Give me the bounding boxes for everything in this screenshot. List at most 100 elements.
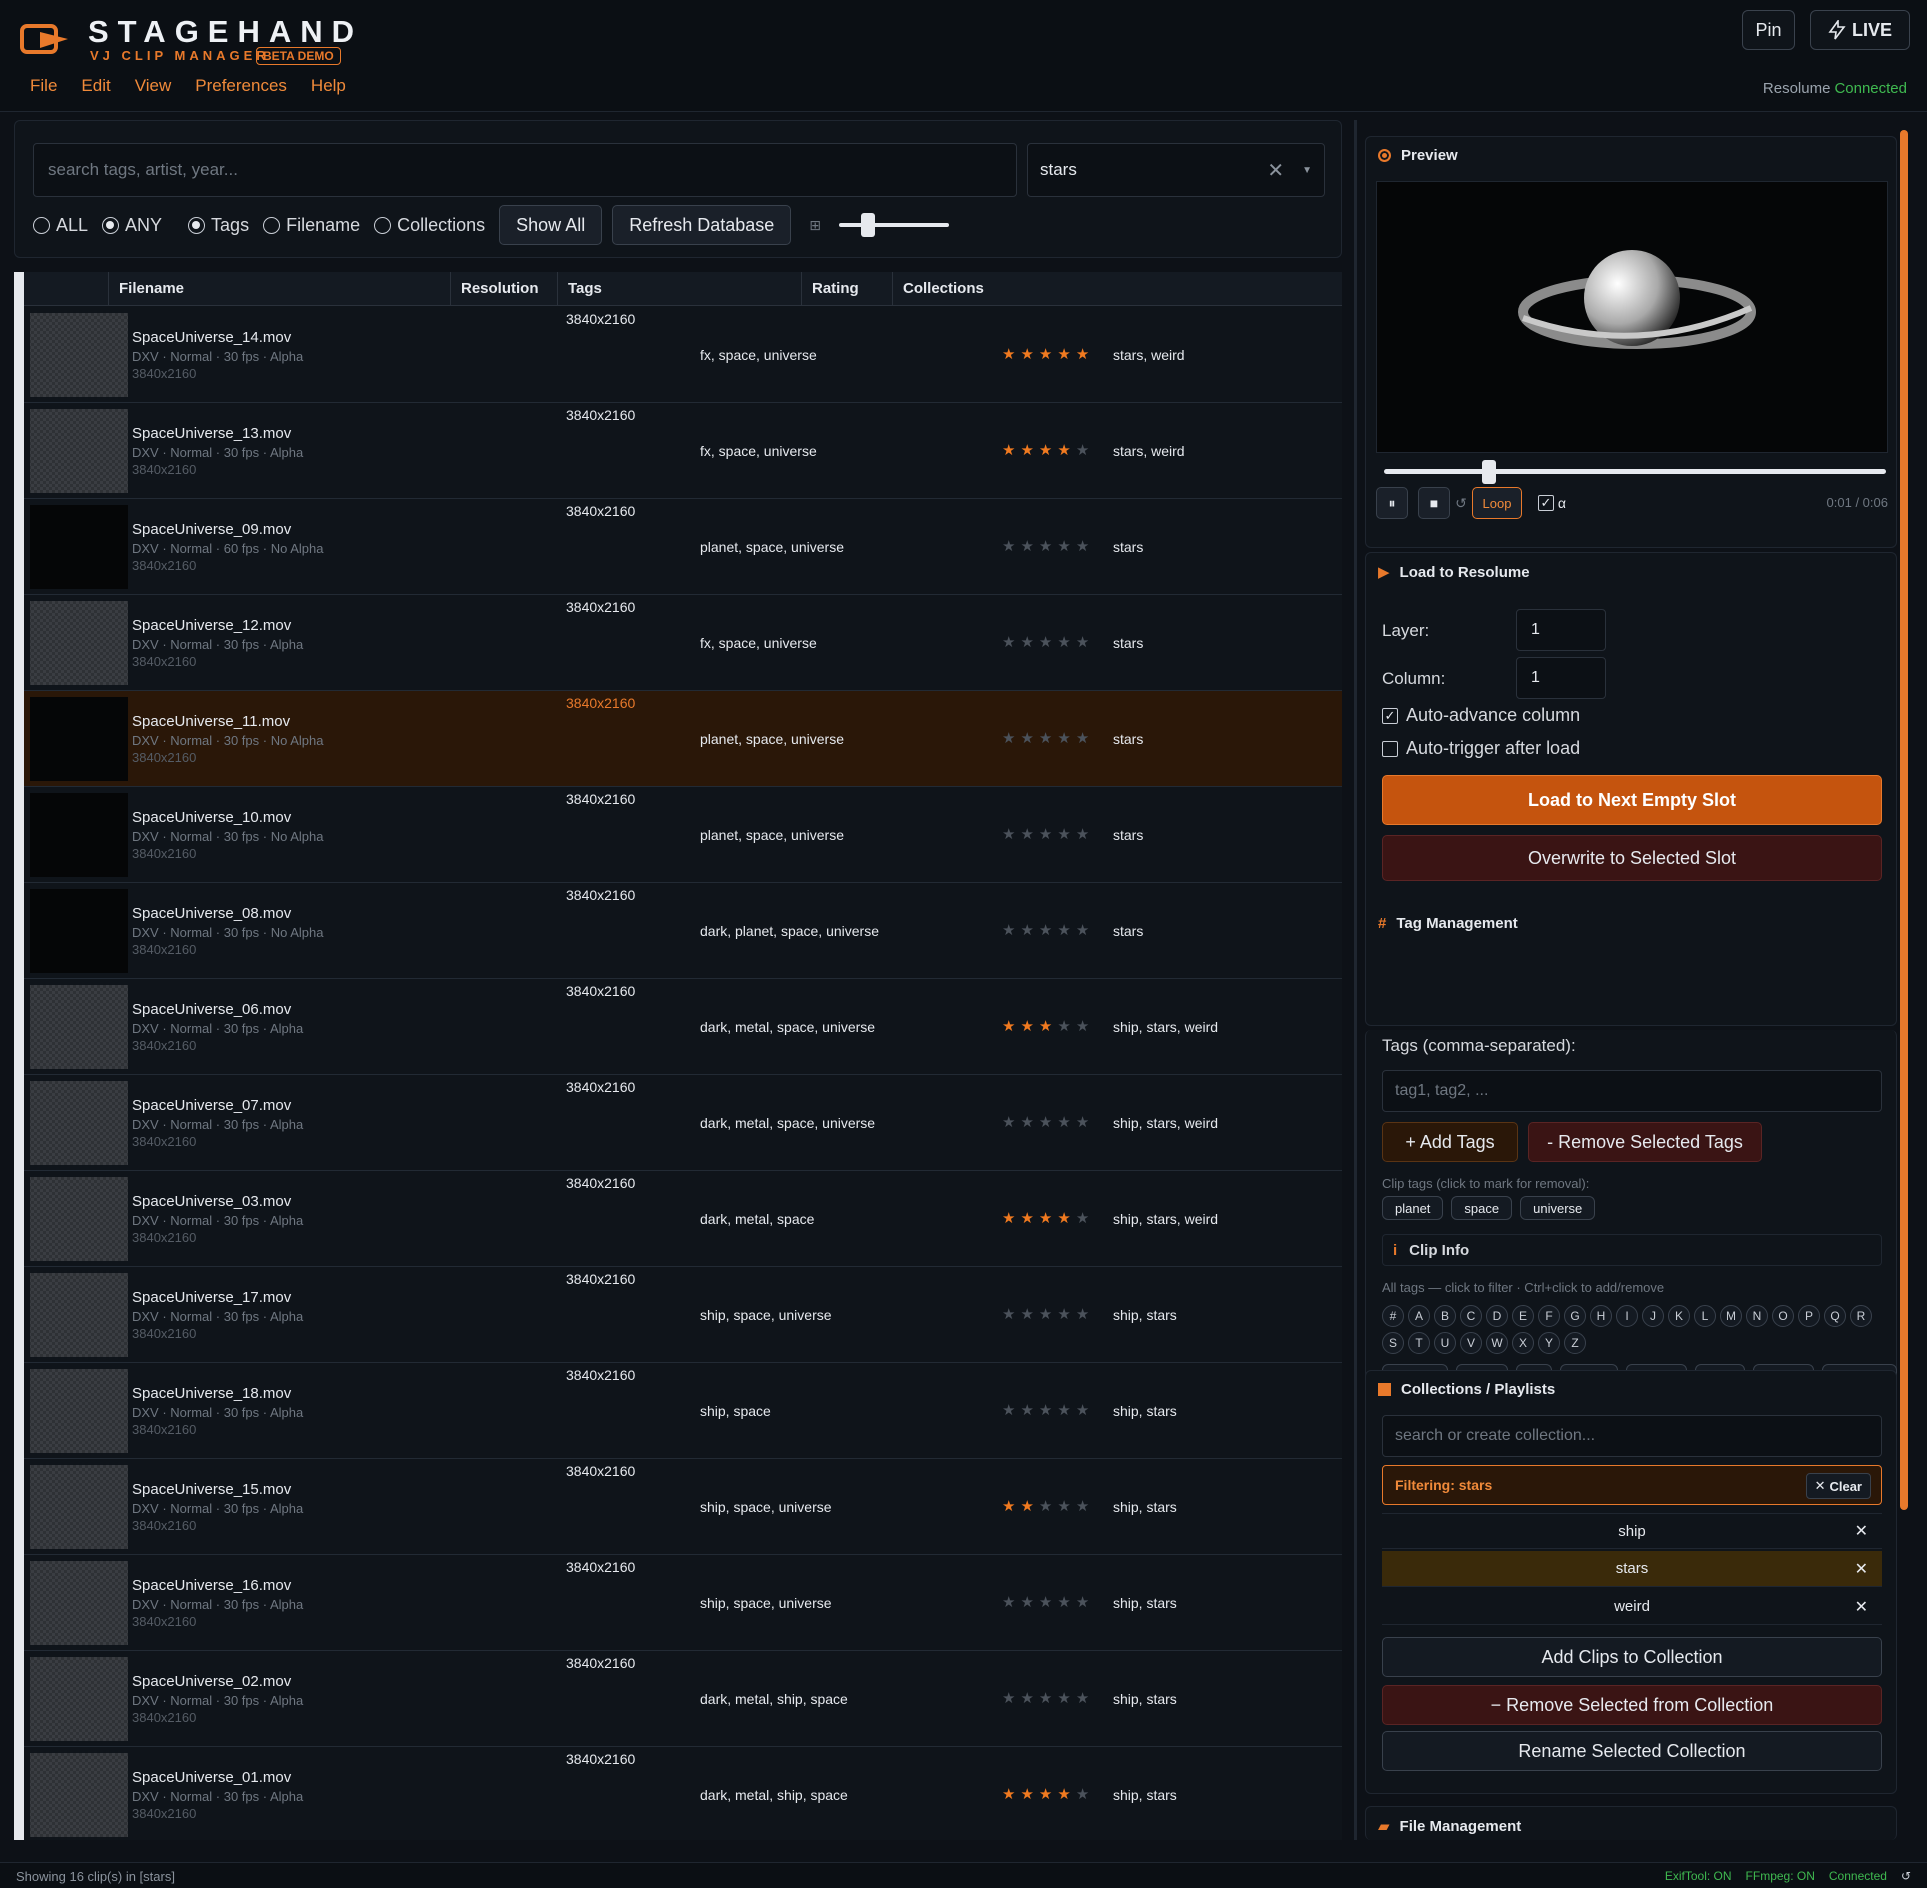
- clip-thumbnail[interactable]: [30, 793, 128, 877]
- rating-star-icon[interactable]: ★: [1076, 442, 1094, 459]
- rating-star-icon[interactable]: ★: [1076, 634, 1094, 651]
- scope-filename-radio[interactable]: Filename: [263, 215, 360, 236]
- add-clips-to-collection-button[interactable]: Add Clips to Collection: [1382, 1637, 1882, 1677]
- rating-star-icon[interactable]: ★: [1057, 1594, 1075, 1611]
- alpha-index-letter[interactable]: C: [1460, 1305, 1482, 1327]
- menu-help[interactable]: Help: [311, 76, 346, 96]
- column-input[interactable]: 1: [1516, 657, 1606, 699]
- col-collections[interactable]: Collections: [892, 272, 1342, 306]
- alpha-index-letter[interactable]: R: [1850, 1305, 1872, 1327]
- col-rating[interactable]: Rating: [801, 272, 892, 306]
- rating-star-icon[interactable]: ★: [1057, 1786, 1075, 1803]
- rating-star-icon[interactable]: ★: [1039, 1594, 1057, 1611]
- table-row[interactable]: SpaceUniverse_09.mov DXV · Normal · 60 fp…: [24, 499, 1342, 595]
- table-row[interactable]: SpaceUniverse_16.mov DXV · Normal · 30 fp…: [24, 1555, 1342, 1651]
- alpha-index-letter[interactable]: L: [1694, 1305, 1716, 1327]
- rating-star-icon[interactable]: ★: [1002, 730, 1020, 747]
- rating-star-icon[interactable]: ★: [1057, 634, 1075, 651]
- rating-star-icon[interactable]: ★: [1076, 1594, 1094, 1611]
- alpha-index-letter[interactable]: G: [1564, 1305, 1586, 1327]
- menu-view[interactable]: View: [135, 76, 172, 96]
- resolume-header[interactable]: ▶ Load to Resolume: [1378, 563, 1530, 582]
- rating-star-icon[interactable]: ★: [1076, 1786, 1094, 1803]
- seek-handle[interactable]: [1482, 460, 1496, 484]
- clip-rating[interactable]: ★★★★★: [1002, 729, 1094, 747]
- clip-rating[interactable]: ★★★★★: [1002, 1017, 1094, 1035]
- preview-header[interactable]: Preview: [1378, 147, 1458, 164]
- rating-star-icon[interactable]: ★: [1020, 1594, 1038, 1611]
- alpha-index-letter[interactable]: J: [1642, 1305, 1664, 1327]
- alpha-index-letter[interactable]: V: [1460, 1332, 1482, 1354]
- rating-star-icon[interactable]: ★: [1020, 1498, 1038, 1515]
- rating-star-icon[interactable]: ★: [1039, 442, 1057, 459]
- rating-star-icon[interactable]: ★: [1020, 1018, 1038, 1035]
- clip-thumbnail[interactable]: [30, 697, 128, 781]
- video-preview[interactable]: [1376, 181, 1888, 453]
- clip-thumbnail[interactable]: [30, 1081, 128, 1165]
- table-row[interactable]: SpaceUniverse_07.mov DXV · Normal · 30 fp…: [24, 1075, 1342, 1171]
- rating-star-icon[interactable]: ★: [1057, 442, 1075, 459]
- rating-star-icon[interactable]: ★: [1002, 634, 1020, 651]
- rating-star-icon[interactable]: ★: [1002, 1018, 1020, 1035]
- clip-rating[interactable]: ★★★★★: [1002, 1497, 1094, 1515]
- clip-rating[interactable]: ★★★★★: [1002, 1785, 1094, 1803]
- clip-rating[interactable]: ★★★★★: [1002, 921, 1094, 939]
- rating-star-icon[interactable]: ★: [1039, 1210, 1057, 1227]
- table-row[interactable]: SpaceUniverse_03.mov DXV · Normal · 30 fp…: [24, 1171, 1342, 1267]
- rating-star-icon[interactable]: ★: [1076, 1306, 1094, 1323]
- rating-star-icon[interactable]: ★: [1020, 1114, 1038, 1131]
- clear-tag-icon[interactable]: ✕: [1267, 158, 1284, 183]
- radio-collections[interactable]: [374, 216, 392, 234]
- clip-rating[interactable]: ★★★★★: [1002, 1593, 1094, 1611]
- clip-thumbnail[interactable]: [30, 1561, 128, 1645]
- tag-filter-select[interactable]: stars ✕ ▼: [1027, 143, 1325, 197]
- collections-header[interactable]: Collections / Playlists: [1378, 1381, 1555, 1398]
- radio-any[interactable]: [102, 216, 120, 234]
- rating-star-icon[interactable]: ★: [1076, 922, 1094, 939]
- alpha-index-letter[interactable]: E: [1512, 1305, 1534, 1327]
- table-row[interactable]: SpaceUniverse_17.mov DXV · Normal · 30 fp…: [24, 1267, 1342, 1363]
- col-filename[interactable]: Filename: [108, 272, 450, 306]
- menu-edit[interactable]: Edit: [81, 76, 110, 96]
- file-management-header[interactable]: ▰ File Management: [1378, 1817, 1521, 1836]
- alpha-index-letter[interactable]: A: [1408, 1305, 1430, 1327]
- add-tags-button[interactable]: + Add Tags: [1382, 1122, 1518, 1162]
- alpha-index-letter[interactable]: #: [1382, 1305, 1404, 1327]
- rating-star-icon[interactable]: ★: [1002, 1306, 1020, 1323]
- rating-star-icon[interactable]: ★: [1020, 1786, 1038, 1803]
- rating-star-icon[interactable]: ★: [1020, 346, 1038, 363]
- live-button[interactable]: LIVE: [1810, 10, 1910, 50]
- alpha-checkbox[interactable]: ✓: [1538, 495, 1554, 511]
- rating-star-icon[interactable]: ★: [1076, 730, 1094, 747]
- rating-star-icon[interactable]: ★: [1076, 1498, 1094, 1515]
- alpha-index-letter[interactable]: W: [1486, 1332, 1508, 1354]
- clip-thumbnail[interactable]: [30, 1369, 128, 1453]
- rating-star-icon[interactable]: ★: [1076, 346, 1094, 363]
- rating-star-icon[interactable]: ★: [1039, 1306, 1057, 1323]
- rating-star-icon[interactable]: ★: [1039, 1114, 1057, 1131]
- alpha-index-letter[interactable]: N: [1746, 1305, 1768, 1327]
- clip-tag-chip[interactable]: space: [1451, 1196, 1513, 1220]
- scope-collections-radio[interactable]: Collections: [374, 215, 485, 236]
- rating-star-icon[interactable]: ★: [1039, 634, 1057, 651]
- rating-star-icon[interactable]: ★: [1039, 1402, 1057, 1419]
- clip-rating[interactable]: ★★★★★: [1002, 345, 1094, 363]
- rating-star-icon[interactable]: ★: [1002, 442, 1020, 459]
- table-row[interactable]: SpaceUniverse_14.mov DXV · Normal · 30 fp…: [24, 307, 1342, 403]
- clip-rating[interactable]: ★★★★★: [1002, 537, 1094, 555]
- alpha-index-letter[interactable]: Y: [1538, 1332, 1560, 1354]
- rating-star-icon[interactable]: ★: [1039, 1018, 1057, 1035]
- rating-star-icon[interactable]: ★: [1002, 922, 1020, 939]
- collection-item-stars[interactable]: stars ✕: [1382, 1551, 1882, 1587]
- load-next-empty-slot-button[interactable]: Load to Next Empty Slot: [1382, 775, 1882, 825]
- rating-star-icon[interactable]: ★: [1002, 826, 1020, 843]
- rating-star-icon[interactable]: ★: [1057, 922, 1075, 939]
- clip-tag-chip[interactable]: universe: [1520, 1196, 1596, 1220]
- rating-star-icon[interactable]: ★: [1020, 1210, 1038, 1227]
- rating-star-icon[interactable]: ★: [1057, 1018, 1075, 1035]
- rating-star-icon[interactable]: ★: [1057, 1498, 1075, 1515]
- rating-star-icon[interactable]: ★: [1039, 1498, 1057, 1515]
- rating-star-icon[interactable]: ★: [1002, 1690, 1020, 1707]
- alpha-index-letter[interactable]: X: [1512, 1332, 1534, 1354]
- radio-tags[interactable]: [188, 216, 206, 234]
